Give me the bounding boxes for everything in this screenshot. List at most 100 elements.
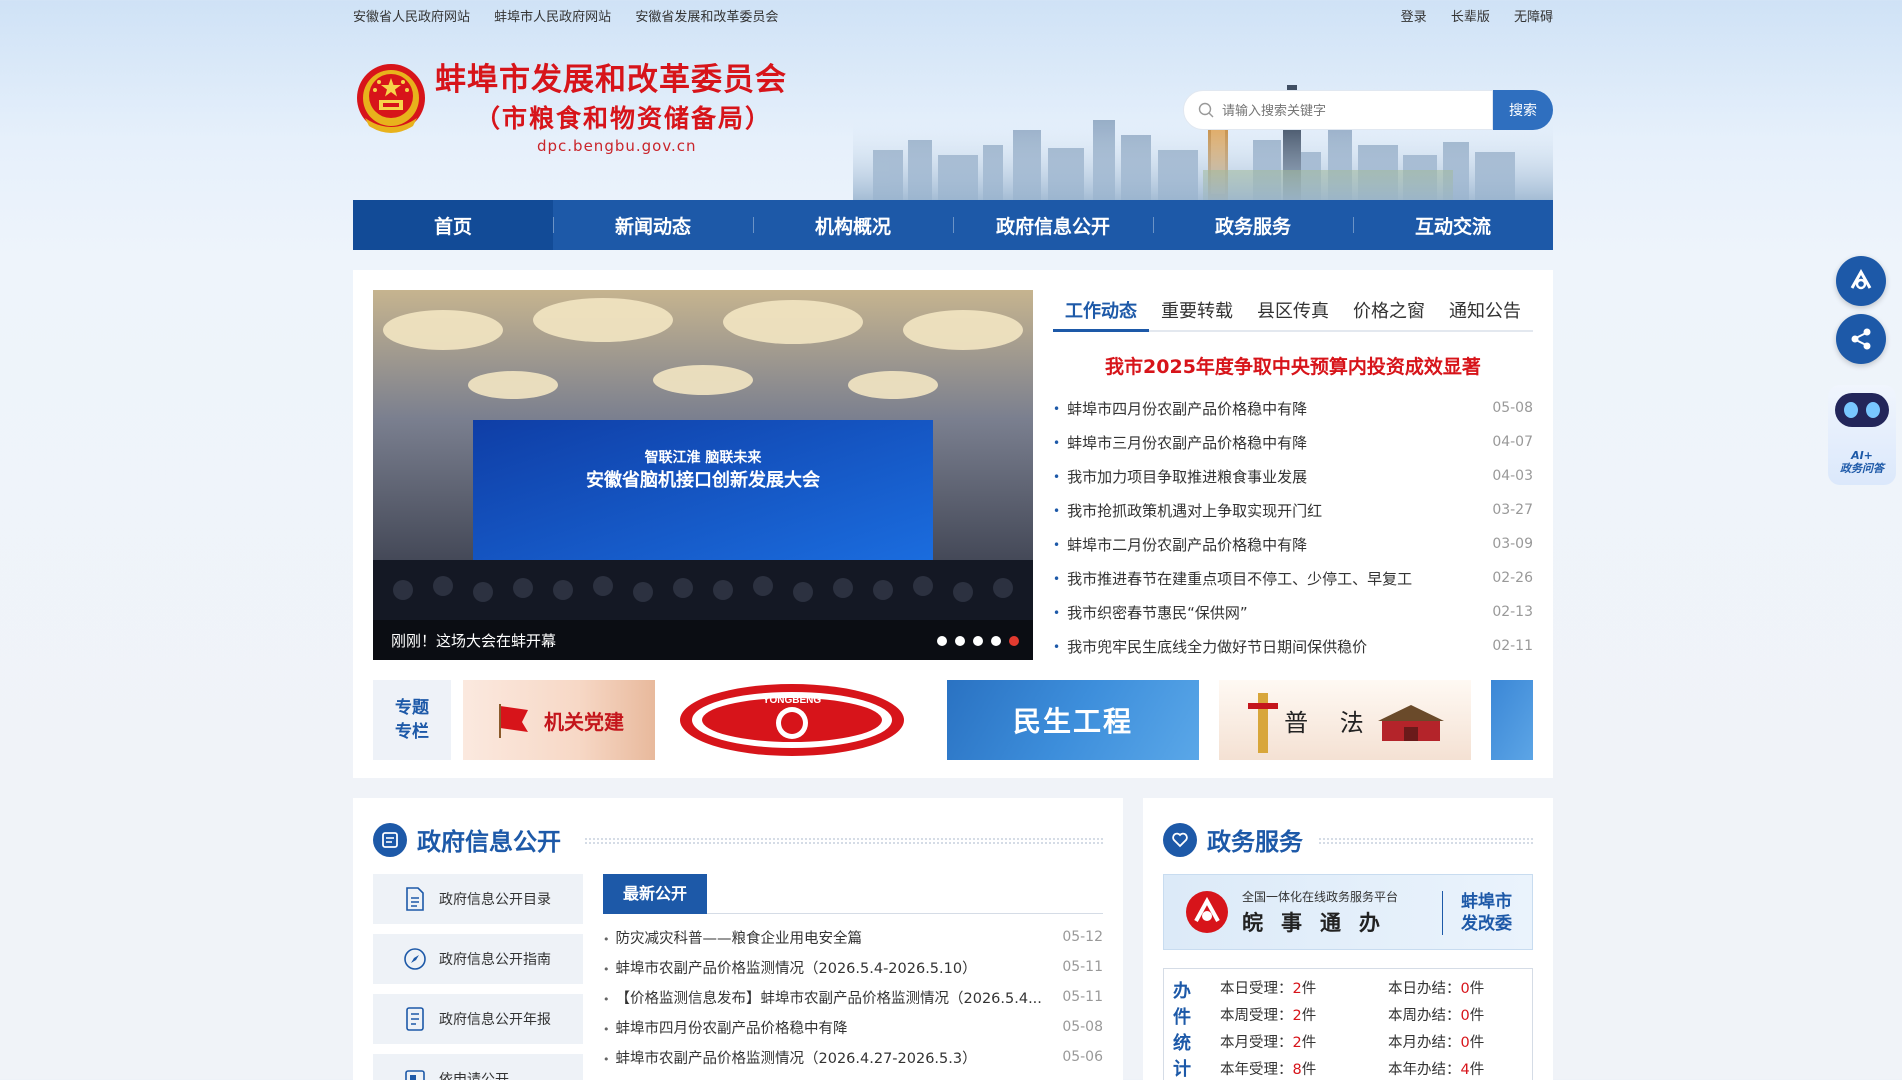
slider-caption[interactable]: 刚刚！这场大会在蚌开幕 [373,620,1033,660]
slider-dot[interactable] [973,636,983,646]
shortcut-apply-label: 依申请公开 [439,1072,509,1080]
banner-party-building[interactable]: 机关党建 [463,680,655,760]
banner-law-text: 普 法 [1284,708,1376,737]
nav-gov-info[interactable]: 政府信息公开 [953,200,1153,250]
latest-title: 蚌埠市农副产品价格监测情况（2026.4.27-2026.5.3） [603,1047,977,1068]
special-label-line2: 专栏 [395,722,429,742]
tab-notice[interactable]: 通知公告 [1437,290,1533,330]
banner-bengbu-logo[interactable]: YONGBENG [671,680,913,760]
shortcut-annual-report[interactable]: 政府信息公开年报 [373,994,583,1044]
news-date: 04-03 [1492,468,1533,484]
robot-icon [1835,393,1889,427]
tab-county[interactable]: 县区传真 [1245,290,1341,330]
slider-dot[interactable] [991,636,1001,646]
tab-work-news[interactable]: 工作动态 [1053,290,1149,332]
list-item[interactable]: 蚌埠市四月份农副产品价格稳中有降 05-08 [1053,391,1533,425]
service-panel: 政务服务 全国一体化在线政务服务平台 皖事通办 蚌埠市 发改委 办件统计 本日受… [1143,798,1553,1080]
nav-org[interactable]: 机构概况 [753,200,953,250]
list-item[interactable]: 蚌埠市三月份农副产品价格稳中有降 04-07 [1053,425,1533,459]
heart-hand-icon [1163,822,1197,857]
bengbu-emblem-icon: YONGBENG [680,684,904,756]
list-item[interactable]: 我市推进春节在建重点项目不停工、少停工、早复工 02-26 [1053,561,1533,595]
share-float-button[interactable] [1836,314,1886,364]
divider [1319,838,1533,844]
list-item[interactable]: 防灾减灾科普——粮食企业用电安全篇 05-12 [603,922,1104,952]
news-date: 02-11 [1492,638,1533,654]
site-domain: dpc.bengbu.gov.cn [537,137,697,155]
news-title: 我市抢抓政策机遇对上争取实现开门红 [1053,500,1322,521]
list-item[interactable]: 蚌埠市农副产品价格监测情况（2026.4.27-2026.5.3） 05-06 [603,1042,1104,1072]
search-input[interactable] [1222,102,1462,118]
stat-year-accepted: 本年受理：8件 [1220,1062,1317,1078]
headline-link[interactable]: 我市2025年度争取中央预算内投资成效显著 [1053,352,1533,379]
banner-next[interactable] [1491,680,1533,760]
service-title[interactable]: 政务服务 [1207,822,1303,857]
news-title: 我市织密春节惠民“保供网” [1053,602,1248,623]
elder-mode-link[interactable]: 长辈版 [1451,10,1490,25]
list-item[interactable]: 蚌埠市农副产品价格监测情况（2026.5.4-2026.5.10） 05-11 [603,952,1104,982]
news-date: 02-26 [1492,570,1533,586]
nav-service[interactable]: 政务服务 [1153,200,1353,250]
shortcut-apply[interactable]: 依申请公开 [373,1054,583,1080]
stat-day-accepted: 本日受理：2件 [1220,981,1317,997]
news-date: 05-08 [1492,400,1533,416]
list-item[interactable]: 【价格监测信息发布】蚌埠市农副产品价格监测情况（2026.5.4... 05-11 [603,982,1104,1012]
list-item[interactable]: 我市加力项目争取推进粮食事业发展 04-03 [1053,459,1533,493]
top-link-ndrc[interactable]: 安徽省发展和改革委员会 [635,10,778,25]
slider-dot[interactable] [955,636,965,646]
slider-dot[interactable] [937,636,947,646]
search-button[interactable]: 搜索 [1493,90,1553,130]
banner-livelihood-text: 民生工程 [1012,705,1133,738]
wanshitong-float-button[interactable] [1836,256,1886,306]
special-topics-label: 专题 专栏 [373,680,451,760]
list-item[interactable]: 我市兜牢民生底线全力做好节日期间保供稳价 02-11 [1053,629,1533,663]
accessibility-link[interactable]: 无障碍 [1514,10,1553,25]
list-item[interactable]: 我市织密春节惠民“保供网” 02-13 [1053,595,1533,629]
tab-price[interactable]: 价格之窗 [1341,290,1437,330]
screen-line2: 安徽省脑机接口创新发展大会 [586,469,820,491]
wanshitong-banner[interactable]: 全国一体化在线政务服务平台 皖事通办 蚌埠市 发改委 [1163,874,1533,950]
gov-info-title[interactable]: 政府信息公开 [417,822,561,857]
nav-home[interactable]: 首页 [353,200,553,250]
login-link[interactable]: 登录 [1401,10,1427,25]
document-icon [373,822,407,857]
service-heading: 政务服务 [1163,822,1303,857]
list-item[interactable]: 我市抢抓政策机遇对上争取实现开门红 03-27 [1053,493,1533,527]
top-link-city[interactable]: 蚌埠市人民政府网站 [494,10,611,25]
slider-dots [937,636,1019,646]
search-bar: 搜索 [1183,90,1553,130]
slider-dot-active[interactable] [1009,636,1019,646]
city-line1: 蚌埠市 [1461,892,1512,912]
nav-news[interactable]: 新闻动态 [553,200,753,250]
top-link-province[interactable]: 安徽省人民政府网站 [353,10,470,25]
platform-name: 皖事通办 [1242,910,1398,935]
tiananmen-icon [1377,705,1444,741]
nav-interaction[interactable]: 互动交流 [1353,200,1553,250]
gov-info-shortcuts: 政府信息公开目录 政府信息公开指南 政府信息公开年报 依申请公开 [373,874,583,1080]
news-date: 03-27 [1492,502,1533,518]
tab-latest[interactable]: 最新公开 [603,874,708,914]
pillar-icon [1248,693,1279,753]
wanshitong-icon [1850,268,1872,290]
banner-law[interactable]: 普 法 [1219,680,1471,760]
site-title[interactable]: 蚌埠市发展和改革委员会 （市粮食和物资储备局） dpc.bengbu.gov.c… [435,54,787,155]
special-topics: 专题 专栏 机关党建 YONGBENG 民生工程 普 法 [373,680,1533,760]
news-title: 蚌埠市二月份农副产品价格稳中有降 [1053,534,1307,555]
news-slider[interactable]: 智联江淮 脑联未来 安徽省脑机接口创新发展大会 刚刚！这场大会在蚌开幕 [373,290,1033,660]
banner-livelihood[interactable]: 民生工程 [947,680,1199,760]
list-item[interactable]: 蚌埠市二月份农副产品价格稳中有降 03-09 [1053,527,1533,561]
top-actions: 登录 长辈版 无障碍 [1381,6,1553,25]
ai-assistant-button[interactable]: AI+ 政务问答 [1828,385,1896,485]
shortcut-catalog[interactable]: 政府信息公开目录 [373,874,583,924]
tab-reprints[interactable]: 重要转载 [1149,290,1245,330]
stat-week-accepted: 本周受理：2件 [1220,1008,1317,1024]
news-title: 我市兜牢民生底线全力做好节日期间保供稳价 [1053,636,1367,657]
search-box [1183,90,1493,130]
main-panel: 智联江淮 脑联未来 安徽省脑机接口创新发展大会 刚刚！这场大会在蚌开幕 工作动态 [353,270,1553,778]
conference-photo: 智联江淮 脑联未来 安徽省脑机接口创新发展大会 [373,290,1033,660]
latest-title: 蚌埠市四月份农副产品价格稳中有降 [603,1017,848,1038]
latest-disclosure: 最新公开 防灾减灾科普——粮食企业用电安全篇 05-12 蚌埠市农副产品价格监测情… [603,874,1103,1072]
shortcut-guide[interactable]: 政府信息公开指南 [373,934,583,984]
red-flag-icon [499,704,528,738]
list-item[interactable]: 蚌埠市四月份农副产品价格稳中有降 05-08 [603,1012,1104,1042]
